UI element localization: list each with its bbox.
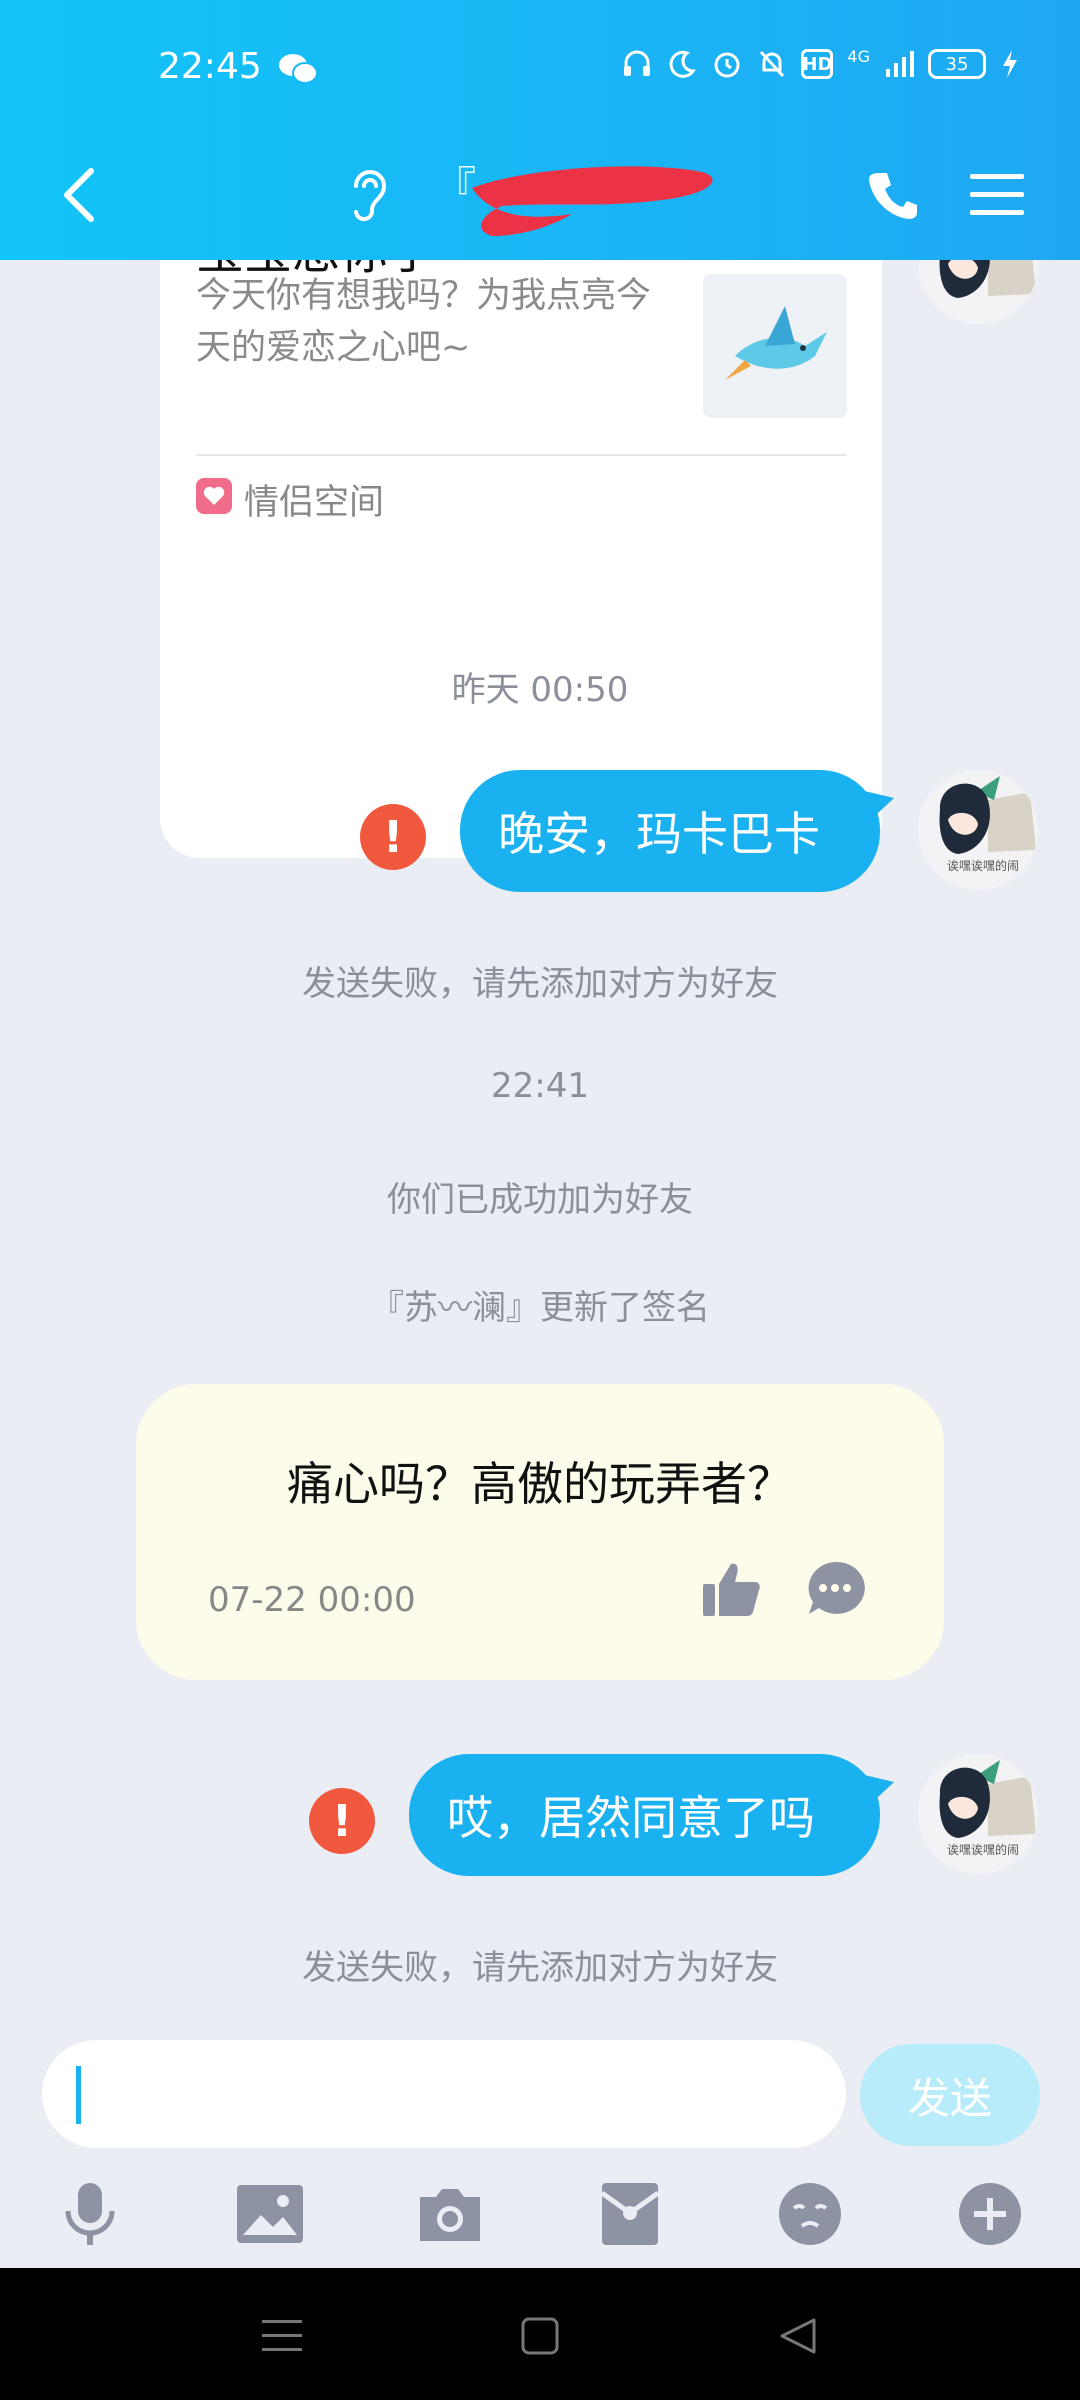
bubble-tail: [860, 1774, 894, 1814]
input-area: 发送: [0, 2040, 1080, 2268]
red-packet-icon[interactable]: [586, 2170, 674, 2258]
avatar-caption: 诶嘿诶嘿的闹: [946, 859, 1019, 873]
ear-icon: [346, 164, 390, 228]
timestamp: 昨天 00:50: [451, 670, 629, 710]
menu-button[interactable]: [960, 158, 1034, 232]
emoji-icon[interactable]: [766, 2170, 854, 2258]
signal-icon: [884, 49, 914, 79]
camera-icon[interactable]: [406, 2170, 494, 2258]
send-failed-icon[interactable]: !: [309, 1788, 375, 1854]
card-divider: [196, 454, 846, 456]
status-icons: HD 4G 35: [621, 46, 1020, 80]
card-description: 今天你有想我吗？为我点亮今天的爱恋之心吧~: [196, 276, 652, 368]
send-button[interactable]: 发送: [860, 2044, 1040, 2146]
moon-icon: [667, 49, 697, 79]
message-text: 晚安，玛卡巴卡: [498, 807, 820, 861]
plus-icon[interactable]: [946, 2170, 1034, 2258]
timestamp: 22:41: [491, 1066, 589, 1106]
message-bubble[interactable]: 哎，居然同意了吗: [409, 1754, 894, 1876]
bird-thumbnail: [703, 274, 847, 418]
message-list[interactable]: 宝宝想你了 今天你有想我吗？为我点亮今天的爱恋之心吧~ 情侣空间 昨天 00:5…: [0, 260, 1080, 2040]
card-tag: 情侣空间: [244, 483, 385, 523]
signature-date: 07-22 00:00: [208, 1580, 416, 1620]
mic-icon[interactable]: [46, 2170, 134, 2258]
message-bubble[interactable]: 晚安，玛卡巴卡: [460, 770, 894, 892]
home-icon[interactable]: [510, 2306, 570, 2366]
battery-indicator: 35: [928, 49, 986, 79]
send-failed-notice: 发送失败，请先添加对方为好友: [302, 964, 778, 1004]
signature-text: 痛心吗？高傲的玩弄者？: [287, 1457, 793, 1511]
system-navigation-bar: [0, 2268, 1080, 2400]
status-bar: 22:45 HD 4G 35: [0, 0, 1080, 136]
couple-space-card[interactable]: 宝宝想你了 今天你有想我吗？为我点亮今天的爱恋之心吧~ 情侣空间: [160, 260, 882, 858]
image-icon[interactable]: [226, 2170, 314, 2258]
message-input[interactable]: [42, 2040, 846, 2148]
mute-bell-icon: [757, 48, 787, 80]
headphones-icon: [621, 48, 653, 80]
signature-card[interactable]: 痛心吗？高傲的玩弄者？ 07-22 00:00: [136, 1384, 944, 1680]
recent-apps-icon[interactable]: [252, 2306, 312, 2366]
avatar[interactable]: 诶嘿诶嘿的闹: [918, 1754, 1038, 1874]
text-caret: [76, 2066, 81, 2124]
heart-icon: [196, 478, 232, 514]
back-nav-icon[interactable]: [768, 2306, 828, 2366]
chat-header: 『: [0, 136, 1080, 260]
comment-button[interactable]: [800, 1554, 870, 1624]
signature-updated-notice[interactable]: 『苏〰澜』更新了签名: [0, 1280, 1080, 1329]
like-button[interactable]: [696, 1554, 766, 1624]
network-label: 4G: [847, 46, 870, 66]
wechat-icon: [278, 52, 318, 90]
call-button[interactable]: [856, 158, 930, 232]
bubble-tail: [860, 790, 894, 830]
redaction-mark: [462, 158, 722, 240]
avatar[interactable]: 诶嘿诶嘿的闹: [918, 770, 1038, 890]
input-toolbar: [0, 2170, 1080, 2258]
avatar[interactable]: [918, 260, 1038, 324]
message-text: 哎，居然同意了吗: [447, 1791, 815, 1845]
send-failed-notice: 发送失败，请先添加对方为好友: [302, 1948, 778, 1988]
alarm-icon: [711, 48, 743, 80]
send-failed-icon[interactable]: !: [360, 804, 426, 870]
hd-badge: HD: [801, 49, 834, 79]
back-button[interactable]: [44, 160, 114, 230]
friend-added-notice: 你们已成功加为好友: [387, 1180, 693, 1220]
charging-icon: [1000, 48, 1020, 80]
status-time: 22:45: [158, 46, 262, 87]
avatar-caption: 诶嘿诶嘿的闹: [946, 1843, 1019, 1857]
